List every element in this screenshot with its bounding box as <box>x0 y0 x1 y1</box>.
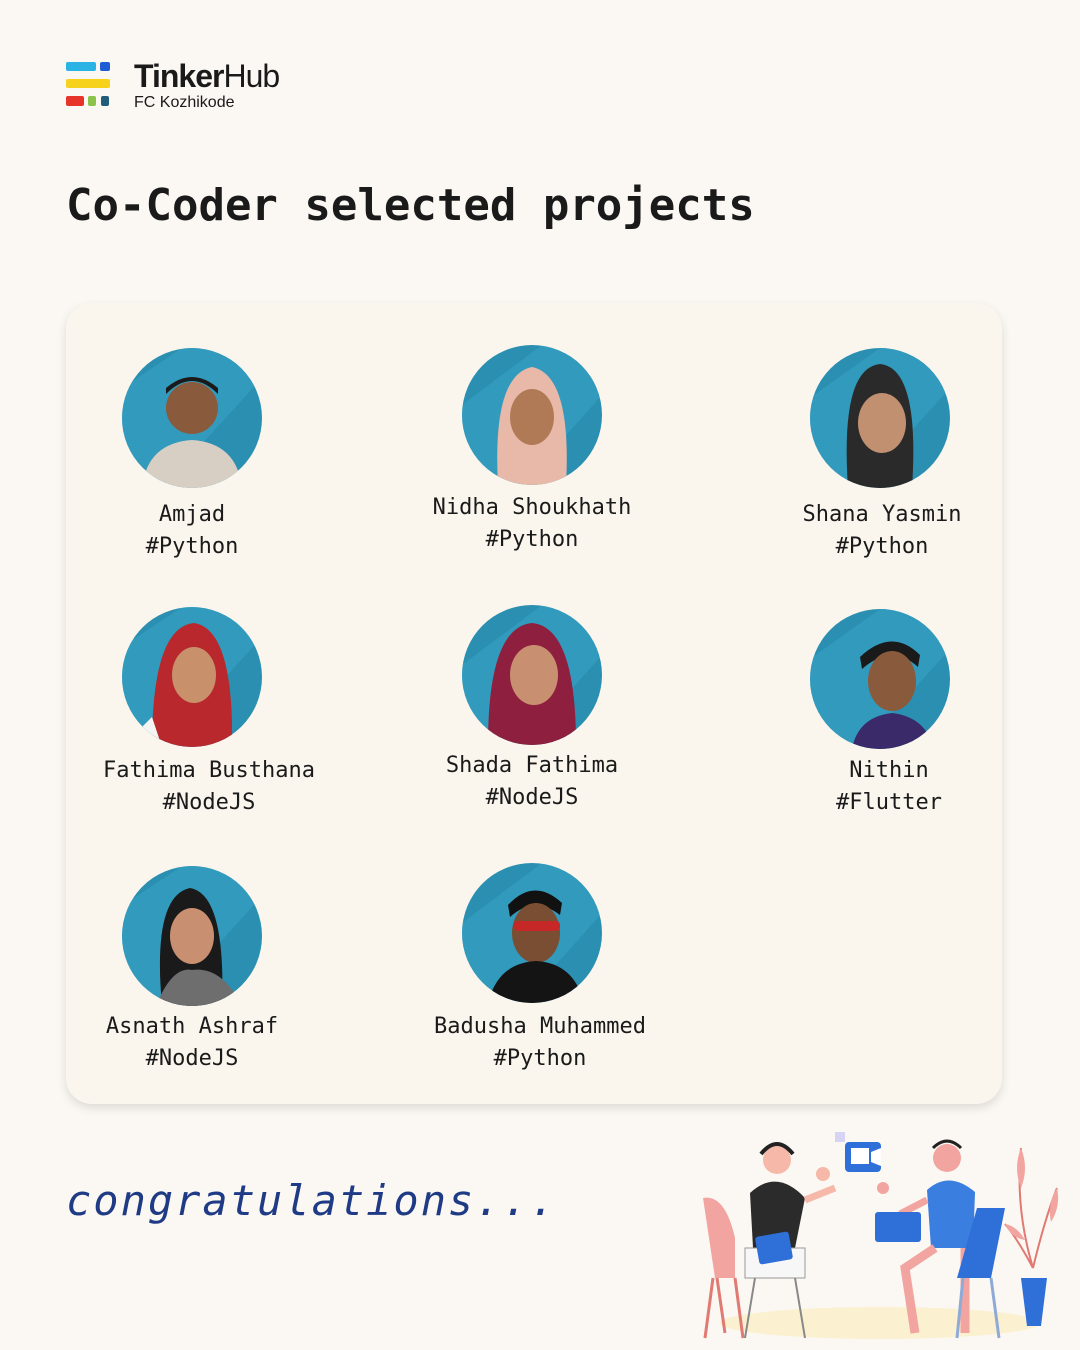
avatar <box>122 866 262 1006</box>
avatar <box>462 345 602 485</box>
member-tag: #NodeJS <box>162 790 256 815</box>
video-call-icon <box>835 1132 881 1172</box>
member-name: Badusha Muhammed <box>434 1014 646 1039</box>
member-tag: #Flutter <box>836 790 942 815</box>
chat-bubble-icon <box>816 1167 830 1181</box>
brand-subtitle: FC Kozhikode <box>134 94 235 111</box>
member-name: Shana Yasmin <box>802 502 962 527</box>
member-tag: #NodeJS <box>145 1046 239 1071</box>
congratulations-message: congratulations... <box>66 1176 558 1225</box>
member-tag: #Python <box>835 534 929 559</box>
member-card: Shada Fathima #NodeJS <box>367 750 697 814</box>
member-tag: #Python <box>493 1046 587 1071</box>
member-name: Amjad <box>158 502 226 527</box>
tinkerhub-logo-icon <box>66 62 112 110</box>
brand-name: TinkerHub <box>134 58 280 94</box>
member-tag: #NodeJS <box>485 785 579 810</box>
member-tag: #Python <box>485 527 579 552</box>
avatar <box>462 863 602 1003</box>
member-card: Fathima Busthana #NodeJS <box>44 755 374 819</box>
brand-logo: TinkerHub FC Kozhikode <box>66 58 326 122</box>
page-title: Co-Coder selected projects <box>66 180 755 231</box>
avatar <box>462 605 602 745</box>
member-card: Badusha Muhammed #Python <box>375 1011 705 1075</box>
member-card: Shana Yasmin #Python <box>717 499 1047 563</box>
member-tag: #Python <box>145 534 239 559</box>
member-name: Asnath Ashraf <box>105 1014 279 1039</box>
members-card: Amjad #Python Nidha Shoukhath #Python Sh… <box>66 303 1002 1104</box>
plant-icon <box>1004 1147 1059 1326</box>
member-card: Nithin #Flutter <box>724 755 1054 819</box>
avatar <box>810 609 950 749</box>
member-name: Nidha Shoukhath <box>432 495 632 520</box>
member-name: Nithin <box>849 758 929 783</box>
video-call-illustration <box>695 1128 1065 1343</box>
member-card: Amjad #Python <box>27 499 357 563</box>
avatar <box>122 607 262 747</box>
member-name: Fathima Busthana <box>103 758 315 783</box>
member-card: Asnath Ashraf #NodeJS <box>27 1011 357 1075</box>
member-card: Nidha Shoukhath #Python <box>367 492 697 556</box>
avatar <box>122 348 262 488</box>
member-name: Shada Fathima <box>445 753 619 778</box>
avatar <box>810 348 950 488</box>
laptop-icon <box>875 1212 921 1242</box>
